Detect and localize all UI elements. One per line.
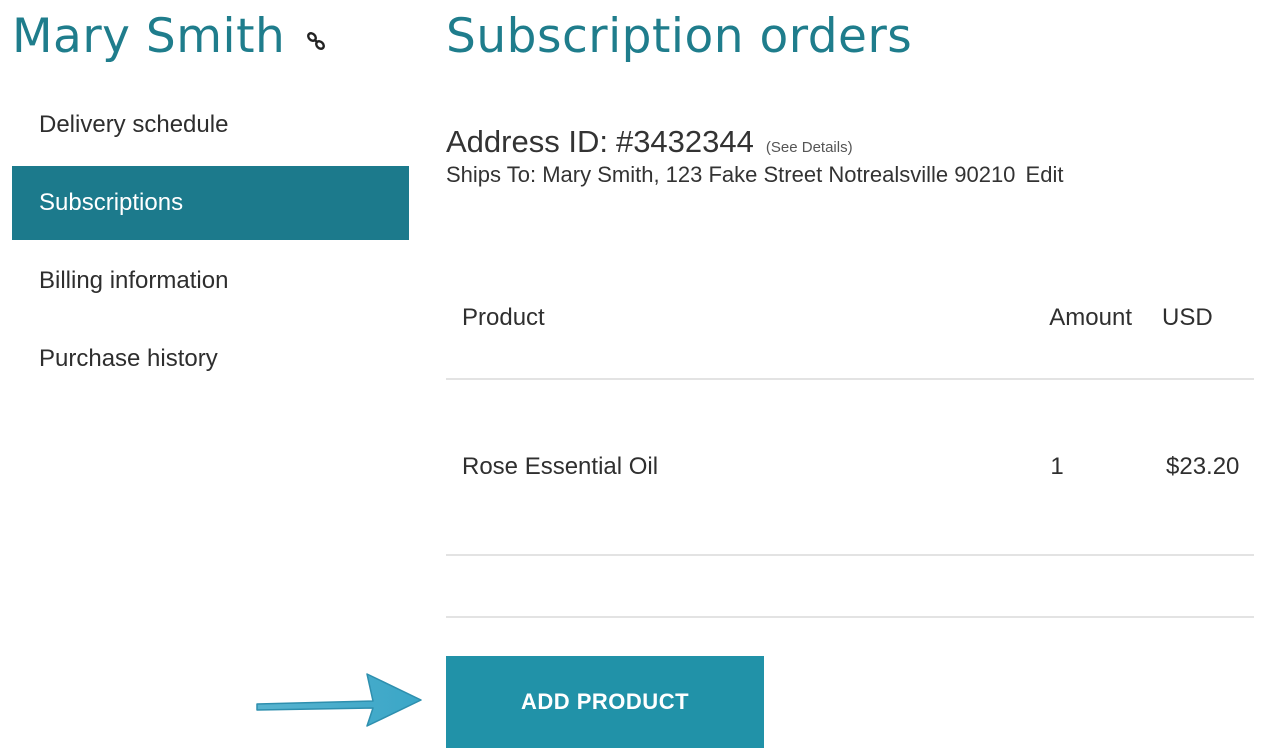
address-id: #3432344 [615, 124, 754, 159]
sidebar-item-billing-information[interactable]: Billing information [12, 244, 409, 318]
arrow-right-icon [256, 673, 422, 727]
table-header-row: Product Amount USD [446, 258, 1254, 380]
link-icon[interactable] [303, 28, 329, 54]
user-header: Mary Smith [12, 6, 329, 68]
sidebar-item-label: Billing information [39, 267, 229, 294]
column-header-product: Product [446, 258, 982, 380]
subscription-orders-table: Product Amount USD Rose Essential Oil 1 … [446, 258, 1254, 618]
sidebar-item-delivery-schedule[interactable]: Delivery schedule [12, 88, 409, 162]
column-header-amount: Amount [982, 258, 1132, 380]
ships-to-text: Ships To: Mary Smith, 123 Fake Street No… [446, 162, 1016, 187]
column-header-usd: USD [1132, 258, 1254, 380]
ships-to-line: Ships To: Mary Smith, 123 Fake Street No… [446, 162, 1258, 188]
address-line: Address ID: #3432344 (See Details) [446, 124, 1258, 160]
cell-product: Rose Essential Oil [446, 379, 982, 556]
address-block: Address ID: #3432344 (See Details) Ships… [446, 124, 1258, 188]
sidebar-nav: Delivery schedule Subscriptions Billing … [12, 88, 409, 400]
cell-amount: 1 [982, 379, 1132, 556]
address-label: Address ID: [446, 124, 608, 159]
add-product-button[interactable]: ADD PRODUCT [446, 656, 764, 748]
sidebar-item-label: Delivery schedule [39, 111, 229, 138]
table-spacer-row [446, 555, 1254, 618]
sidebar-item-label: Subscriptions [39, 189, 184, 216]
sidebar-item-subscriptions[interactable]: Subscriptions [12, 166, 409, 240]
page-title: Subscription orders [446, 9, 913, 64]
user-name: Mary Smith [12, 9, 286, 64]
cell-usd: $23.20 [1132, 379, 1254, 556]
table-row[interactable]: Rose Essential Oil 1 $23.20 [446, 379, 1254, 556]
see-details-link[interactable]: (See Details) [766, 139, 853, 156]
sidebar-item-purchase-history[interactable]: Purchase history [12, 322, 409, 396]
edit-address-link[interactable]: Edit [1026, 162, 1064, 187]
sidebar-item-label: Purchase history [39, 345, 218, 372]
